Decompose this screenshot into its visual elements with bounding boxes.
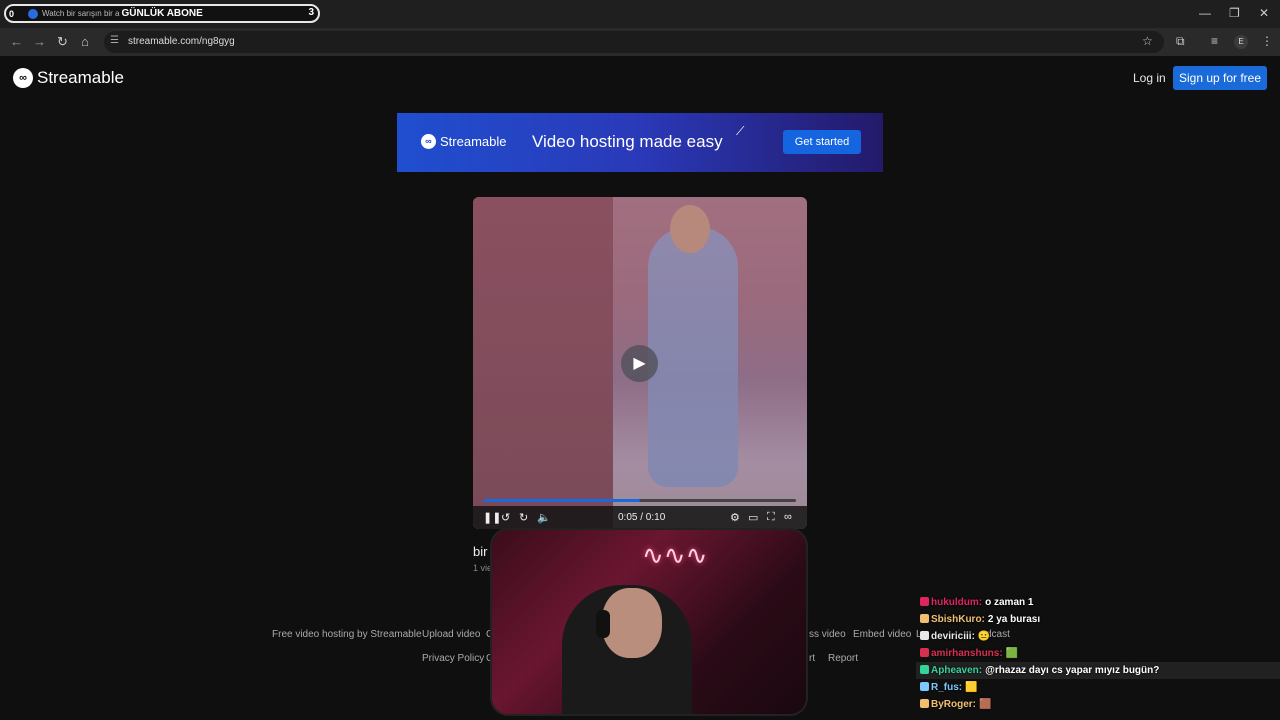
media-control-icon[interactable]: ≡ — [1211, 34, 1218, 48]
chat-text: 2 ya burası — [987, 614, 1041, 625]
chat-badge-icon — [920, 631, 929, 640]
chat-username: hukuldum: — [931, 597, 983, 608]
login-link[interactable]: Log in — [1133, 71, 1166, 85]
chat-badge-icon — [920, 682, 929, 691]
footer-link[interactable]: Free video hosting by Streamable — [272, 629, 422, 640]
browser-tabstrip: 0 Watch bir sarışın bir a GÜNLÜK ABONE 3… — [0, 0, 1280, 28]
footer-link[interactable]: Report — [828, 653, 858, 664]
chat-badge-icon — [920, 597, 929, 606]
chat-message: Apheaven: @rhazaz dayı cs yapar mıyız bug… — [916, 662, 1280, 679]
forward-skip-icon[interactable]: ↻ — [519, 511, 528, 524]
chat-username: ByRoger: — [931, 699, 977, 710]
menu-kebab-icon[interactable]: ⋮ — [1261, 34, 1273, 48]
overlay-title: GÜNLÜK ABONE — [121, 8, 203, 19]
chat-username: deviriciii: — [931, 631, 975, 642]
promo-banner[interactable]: ∞ Streamable Video hosting made easy ⟋ G… — [397, 113, 883, 172]
chat-message: R_fus: 🟨 — [920, 679, 1280, 696]
player-controls: ❚❚ ↺ ↻ 🔈 0:05 / 0:10 ⚙ ▭ ⛶ ∞ — [473, 506, 807, 529]
url-text[interactable]: streamable.com/ng8gyg — [128, 36, 235, 47]
tab-favicon-icon — [28, 8, 38, 19]
chat-message: ByRoger: 🟫 — [920, 696, 1280, 713]
chat-badge-icon — [920, 665, 929, 674]
chat-message: hukuldum: o zaman 1 — [920, 594, 1280, 611]
webcam-overlay: ∿∿∿ — [490, 528, 808, 716]
chat-username: amirhanshuns: — [931, 648, 1003, 659]
footer-link[interactable]: ss video — [809, 629, 846, 640]
browser-tab[interactable]: 0 Watch bir sarışın bir a GÜNLÜK ABONE 3 — [4, 4, 320, 23]
close-icon[interactable]: ✕ — [1259, 6, 1269, 20]
site-info-icon[interactable]: ☰ — [110, 35, 119, 46]
video-player[interactable]: ▶ ❚❚ ↺ ↻ 🔈 0:05 / 0:10 ⚙ ▭ ⛶ ∞ — [473, 197, 807, 529]
time-display: 0:05 / 0:10 — [618, 512, 666, 523]
video-frame-figure — [648, 227, 738, 487]
chat-text: 🟨 — [965, 682, 978, 693]
sparkle-icon: ⟋ — [736, 124, 745, 138]
fullscreen-icon[interactable]: ⛶ — [767, 511, 775, 524]
play-icon[interactable]: ▶ — [621, 345, 658, 382]
streamable-logo-icon: ∞ — [13, 68, 33, 88]
headphones — [596, 610, 610, 638]
footer-link[interactable]: Embed video — [853, 629, 911, 640]
signup-button[interactable]: Sign up for free — [1173, 66, 1267, 90]
video-frame-wall — [473, 197, 613, 529]
streamable-logo[interactable]: ∞ Streamable — [13, 68, 124, 88]
pause-icon[interactable]: ❚❚ — [483, 511, 501, 524]
extensions-icon[interactable]: ⧉ — [1176, 34, 1185, 49]
chat-text: 🟩 — [1005, 648, 1019, 659]
progress-fill — [483, 499, 640, 502]
settings-gear-icon[interactable]: ⚙ — [730, 511, 740, 524]
chat-text: 😐 — [977, 631, 991, 642]
home-icon[interactable]: ⌂ — [81, 34, 89, 49]
chat-message: amirhanshuns: 🟩 — [920, 645, 1280, 662]
chat-badge-icon — [920, 699, 929, 708]
banner-logo-icon: ∞ — [421, 134, 436, 149]
chat-message: SbishKuro: 2 ya burası — [920, 611, 1280, 628]
streamer-head — [602, 588, 662, 658]
address-bar[interactable] — [104, 31, 1164, 53]
banner-tagline: Video hosting made easy — [532, 132, 723, 151]
streamable-small-icon[interactable]: ∞ — [784, 511, 792, 523]
restore-icon[interactable]: ❐ — [1229, 6, 1240, 20]
forward-icon[interactable]: → — [33, 34, 46, 49]
video-title: bir — [473, 544, 488, 559]
chat-username: Apheaven: — [931, 665, 983, 676]
footer-link[interactable]: rt — [809, 653, 815, 664]
banner-logo: ∞ Streamable — [421, 134, 506, 149]
logo-text: Streamable — [37, 68, 124, 87]
overlay-left-counter: 0 — [9, 8, 15, 19]
back-icon[interactable]: ← — [10, 34, 23, 49]
profile-avatar[interactable]: E — [1234, 35, 1248, 49]
chat-text: o zaman 1 — [985, 597, 1034, 608]
footer-link[interactable]: Privacy Policy — [422, 653, 484, 664]
chat-username: SbishKuro: — [931, 614, 985, 625]
chat-message: deviriciii: 😐 — [920, 628, 1280, 645]
chat-text: @rhazaz dayı cs yapar mıyız bugün? — [985, 665, 1160, 676]
video-frame-head — [670, 205, 710, 253]
chat-overlay: hukuldum: o zaman 1 SbishKuro: 2 ya burası d… — [916, 594, 1280, 713]
tab-title: Watch bir sarışın bir a — [42, 9, 120, 18]
volume-icon[interactable]: 🔈 — [537, 511, 551, 524]
get-started-button[interactable]: Get started — [783, 130, 861, 154]
pip-icon[interactable]: ▭ — [748, 511, 758, 524]
chat-badge-icon — [920, 648, 929, 657]
chat-username: R_fus: — [931, 682, 963, 693]
progress-bar[interactable] — [483, 499, 796, 502]
rewind-icon[interactable]: ↺ — [501, 511, 510, 524]
chat-badge-icon — [920, 614, 929, 623]
reload-icon[interactable]: ↻ — [57, 34, 68, 50]
minimize-icon[interactable]: — — [1199, 6, 1211, 20]
bookmark-star-icon[interactable]: ☆ — [1142, 34, 1153, 48]
overlay-count: 3 — [308, 7, 314, 18]
footer-link[interactable]: Upload video — [422, 629, 480, 640]
neon-sign: ∿∿∿ — [642, 540, 708, 570]
banner-brand: Streamable — [440, 134, 507, 149]
chat-text: 🟫 — [979, 699, 992, 710]
